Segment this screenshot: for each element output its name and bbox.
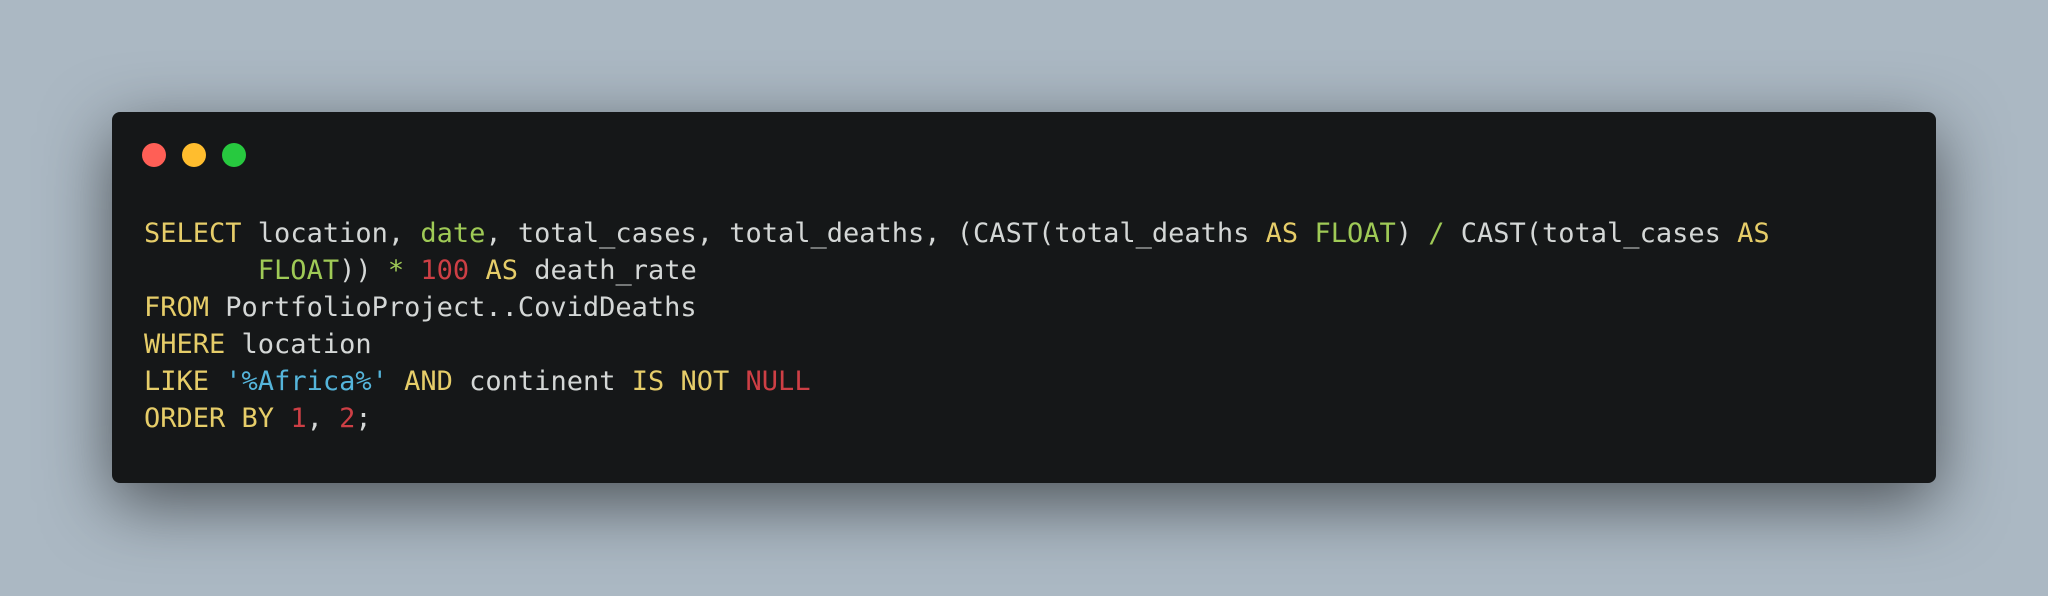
code-token: , total_cases, total_deaths, (CAST(total… <box>485 218 1266 249</box>
code-token: CAST(total_cases <box>1444 218 1738 249</box>
code-token: continent <box>452 366 632 397</box>
code-block: SELECT location, date, total_cases, tota… <box>144 215 1770 437</box>
maximize-dot-icon <box>222 143 246 167</box>
code-token: IS <box>631 366 665 397</box>
code-token: BY <box>241 403 275 434</box>
code-token: 2 <box>339 403 356 434</box>
code-token: ; <box>355 403 372 434</box>
code-token: FLOAT <box>257 255 340 286</box>
code-token: ORDER <box>144 403 226 434</box>
code-token: * <box>387 255 405 286</box>
code-line: FLOAT)) * 100 AS death_rate <box>144 252 1770 289</box>
code-line: ORDER BY 1, 2; <box>144 400 1770 437</box>
code-token: , <box>306 403 340 434</box>
code-token: NULL <box>745 366 811 397</box>
code-token: FROM <box>144 292 210 323</box>
code-token: 1 <box>290 403 307 434</box>
code-token: PortfolioProject..CovidDeaths <box>209 292 697 323</box>
code-token: )) <box>339 255 388 286</box>
code-token: LIKE <box>144 366 210 397</box>
code-line: FROM PortfolioProject..CovidDeaths <box>144 289 1770 326</box>
code-token: location, <box>241 218 421 249</box>
code-token: '%Africa%' <box>225 366 388 397</box>
code-token: FLOAT <box>1314 218 1396 249</box>
code-token: 100 <box>420 255 470 286</box>
code-token: NOT <box>680 366 730 397</box>
close-dot-icon <box>142 143 166 167</box>
code-token: SELECT <box>144 218 242 249</box>
code-window: SELECT location, date, total_cases, tota… <box>112 112 1936 483</box>
code-token: / <box>1428 218 1445 249</box>
code-line: LIKE '%Africa%' AND continent IS NOT NUL… <box>144 363 1770 400</box>
minimize-dot-icon <box>182 143 206 167</box>
code-line: SELECT location, date, total_cases, tota… <box>144 215 1770 252</box>
code-token: ) <box>1395 218 1429 249</box>
code-token: AS <box>485 255 518 286</box>
code-token: location <box>225 329 372 360</box>
code-token: WHERE <box>144 329 226 360</box>
code-token: date <box>420 218 486 249</box>
window-controls <box>142 143 246 167</box>
code-token: AS <box>1737 218 1770 249</box>
code-token: death_rate <box>517 255 697 286</box>
code-token: AND <box>404 366 453 397</box>
code-token: AS <box>1265 218 1299 249</box>
code-line: WHERE location <box>144 326 1770 363</box>
